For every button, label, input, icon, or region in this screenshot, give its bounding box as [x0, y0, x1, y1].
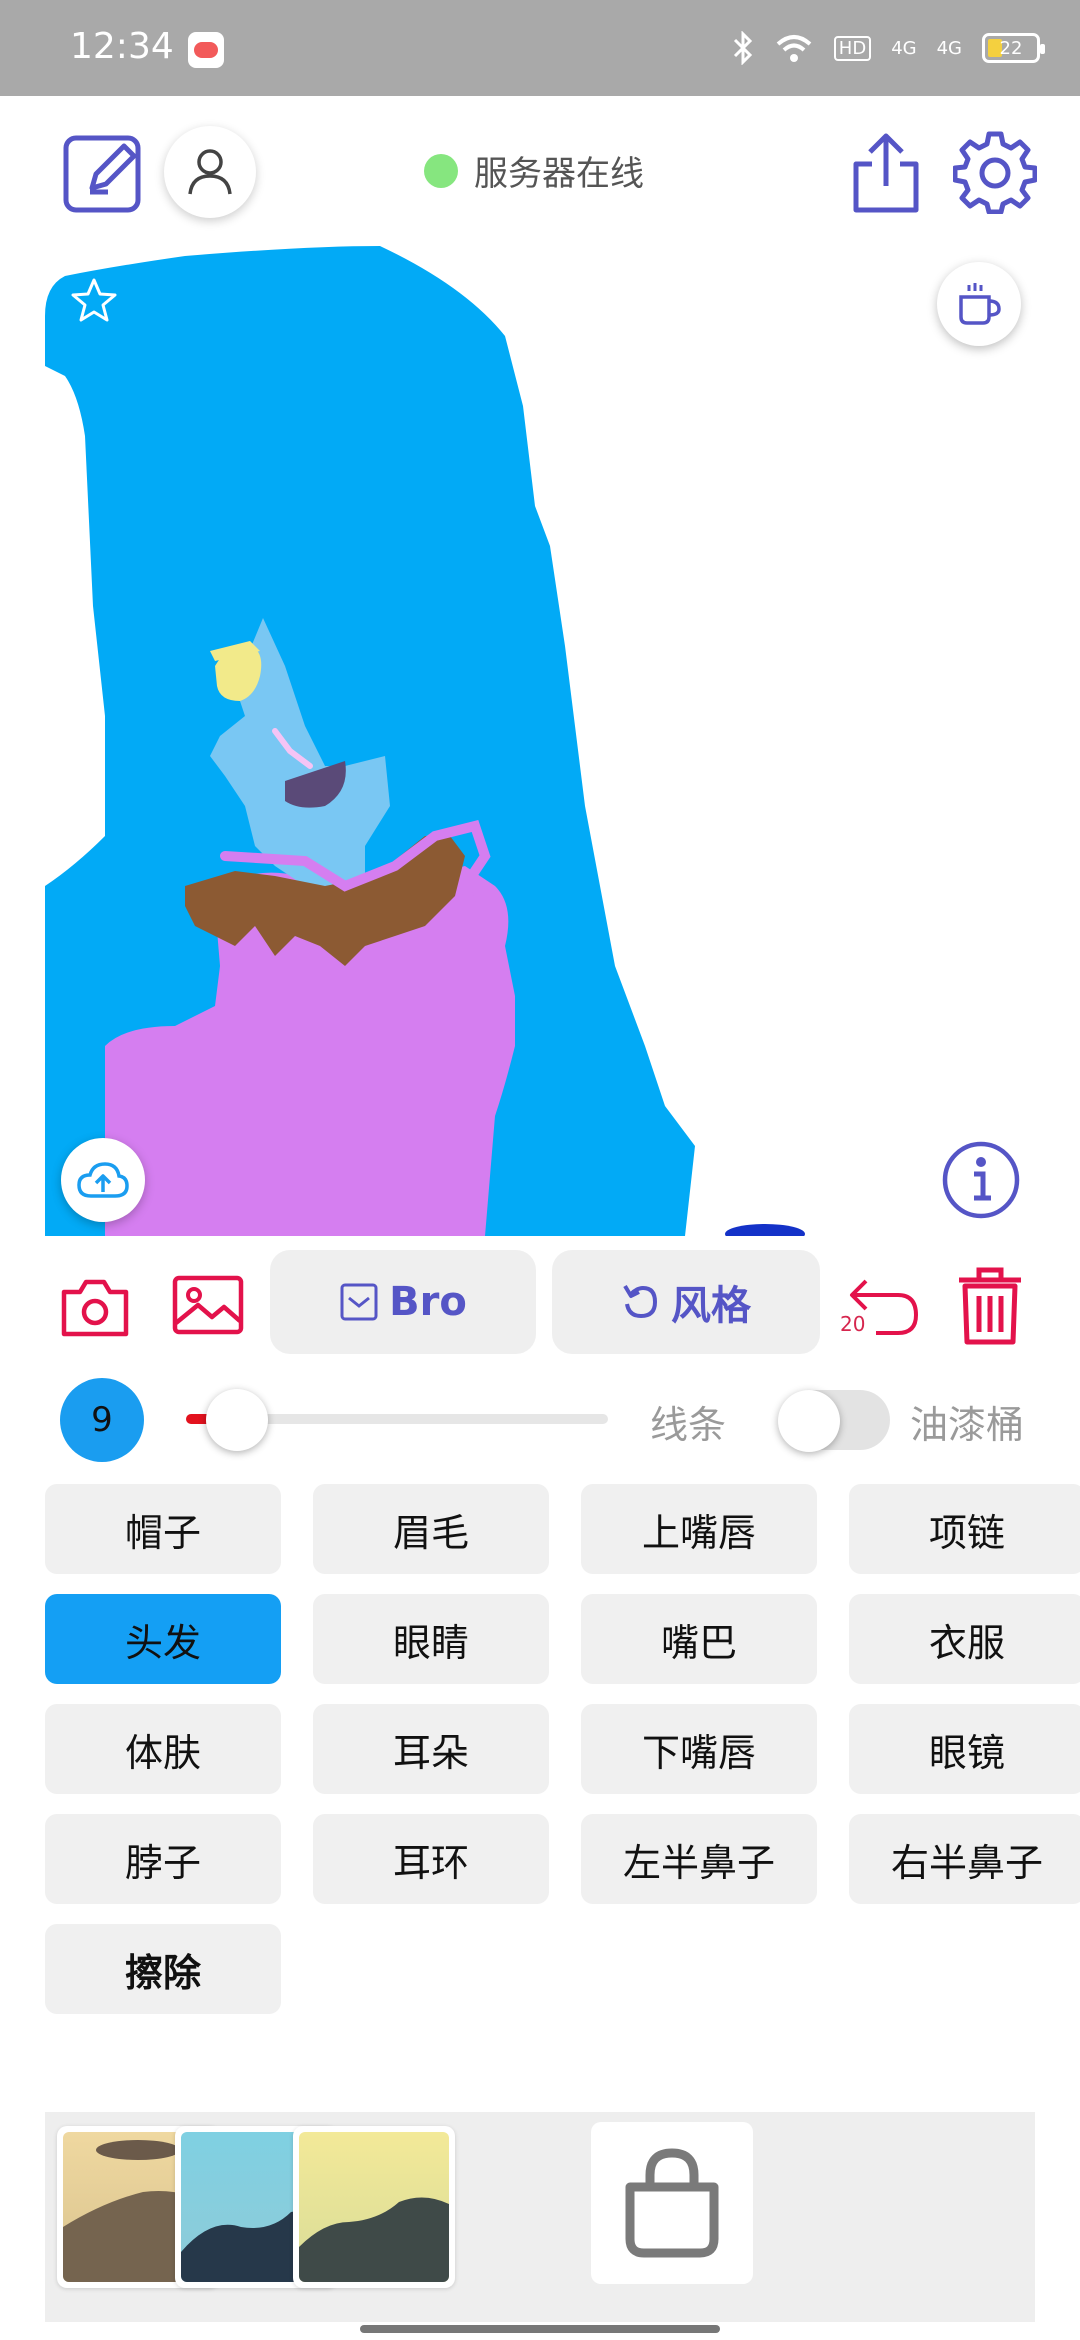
- style-label: 风格: [671, 1283, 751, 1329]
- status-bar: 12:34 HD 4G 4G 22: [0, 0, 1080, 96]
- part-button[interactable]: 耳朵: [313, 1704, 549, 1794]
- game-app-icon: [188, 32, 224, 68]
- drawing-canvas[interactable]: [45, 246, 1035, 1236]
- part-label: 眉毛: [392, 1510, 469, 1555]
- part-button[interactable]: 眼镜: [849, 1704, 1080, 1794]
- part-label: 耳朵: [392, 1730, 469, 1775]
- server-status-label: 服务器在线: [474, 154, 644, 194]
- checkbox-icon: [340, 1283, 378, 1321]
- part-button[interactable]: 擦除: [45, 1924, 281, 2014]
- battery-level: 22: [999, 37, 1023, 59]
- share-button[interactable]: [846, 130, 926, 214]
- part-button[interactable]: 右半鼻子: [849, 1814, 1080, 1904]
- status-icons: HD 4G 4G 22: [732, 26, 1045, 70]
- part-button[interactable]: 眼睛: [313, 1594, 549, 1684]
- image-icon: [172, 1275, 244, 1335]
- part-label: 耳环: [392, 1840, 469, 1885]
- part-button[interactable]: 脖子: [45, 1814, 281, 1904]
- edit-icon: [63, 135, 141, 213]
- part-label: 嘴巴: [660, 1620, 737, 1665]
- result-image: [299, 2132, 449, 2282]
- result-gallery: [45, 2112, 1035, 2322]
- clear-button[interactable]: [952, 1264, 1028, 1348]
- info-button[interactable]: [941, 1140, 1021, 1224]
- slider-thumb[interactable]: [206, 1389, 268, 1451]
- paint-bucket-label: 油漆桶: [910, 1403, 1025, 1447]
- upload-button[interactable]: [61, 1138, 145, 1222]
- edit-button[interactable]: [62, 130, 146, 214]
- part-label: 项链: [928, 1510, 1005, 1555]
- cloud-upload-icon: [77, 1162, 129, 1198]
- signal-4g-1: 4G: [891, 37, 917, 59]
- part-label: 眼镜: [928, 1730, 1005, 1775]
- part-label: 左半鼻子: [622, 1840, 775, 1885]
- canvas-drawing: [45, 246, 805, 1236]
- user-button[interactable]: [164, 126, 256, 218]
- dark-blue-mark: [725, 1224, 805, 1236]
- part-button[interactable]: 眉毛: [313, 1484, 549, 1574]
- brush-row: 9 线条 油漆桶: [0, 1370, 1080, 1470]
- result-thumbnail[interactable]: [293, 2126, 455, 2288]
- part-label: 头发: [124, 1620, 201, 1665]
- star-icon: [71, 278, 117, 322]
- wifi-icon: [776, 35, 812, 62]
- signal-4g-2: 4G: [936, 37, 962, 59]
- battery-icon: 22: [982, 33, 1045, 63]
- part-button[interactable]: 帽子: [45, 1484, 281, 1574]
- refresh-icon: [623, 1284, 658, 1319]
- part-button[interactable]: 嘴巴: [581, 1594, 817, 1684]
- style-button[interactable]: 风格: [552, 1250, 820, 1354]
- favorite-button[interactable]: [69, 276, 119, 330]
- part-label: 右半鼻子: [890, 1840, 1043, 1885]
- tool-row: Bro 风格 20: [0, 1250, 1080, 1360]
- trash-icon: [959, 1267, 1021, 1345]
- part-label: 脖子: [124, 1840, 201, 1885]
- part-button[interactable]: 头发: [45, 1594, 281, 1684]
- part-label: 衣服: [928, 1620, 1005, 1665]
- part-button[interactable]: 体肤: [45, 1704, 281, 1794]
- shop-button[interactable]: [591, 2122, 753, 2284]
- camera-icon: [61, 1279, 129, 1337]
- undo-count: 20: [840, 1312, 866, 1336]
- shopping-bag-icon: [625, 2148, 719, 2258]
- coffee-icon: [959, 283, 1001, 325]
- model-select-button[interactable]: Bro: [270, 1250, 536, 1354]
- part-button[interactable]: 项链: [849, 1484, 1080, 1574]
- toggle-knob: [778, 1390, 840, 1452]
- top-bar: 服务器在线: [0, 96, 1080, 246]
- gallery-button[interactable]: [170, 1272, 246, 1338]
- brush-size-badge[interactable]: 9: [60, 1378, 144, 1462]
- line-mode-label: 线条: [650, 1403, 727, 1447]
- home-indicator: [360, 2325, 720, 2333]
- brush-size-value: 9: [91, 1400, 113, 1440]
- part-label: 上嘴唇: [641, 1510, 756, 1555]
- server-status: 服务器在线: [424, 146, 644, 195]
- part-button[interactable]: 下嘴唇: [581, 1704, 817, 1794]
- status-dot: [424, 153, 458, 188]
- user-icon: [188, 149, 232, 195]
- coffee-button[interactable]: [937, 262, 1021, 346]
- settings-button[interactable]: [952, 130, 1038, 214]
- part-label: 体肤: [124, 1730, 201, 1775]
- part-button[interactable]: 耳环: [313, 1814, 549, 1904]
- part-button[interactable]: 衣服: [849, 1594, 1080, 1684]
- part-label: 帽子: [124, 1510, 201, 1555]
- part-label: 擦除: [124, 1950, 201, 1995]
- hd-badge: HD: [833, 35, 872, 61]
- share-icon: [853, 133, 919, 213]
- model-label: Bro: [389, 1279, 467, 1325]
- part-label: 下嘴唇: [641, 1730, 756, 1775]
- status-time: 12:34: [70, 26, 174, 67]
- bluetooth-icon: [733, 31, 752, 65]
- part-button[interactable]: 左半鼻子: [581, 1814, 817, 1904]
- camera-button[interactable]: [58, 1274, 132, 1340]
- paint-bucket-toggle[interactable]: [778, 1390, 890, 1452]
- info-icon: [942, 1141, 1020, 1219]
- part-label: 眼睛: [392, 1620, 469, 1665]
- gear-icon: [953, 131, 1037, 214]
- part-button[interactable]: 上嘴唇: [581, 1484, 817, 1574]
